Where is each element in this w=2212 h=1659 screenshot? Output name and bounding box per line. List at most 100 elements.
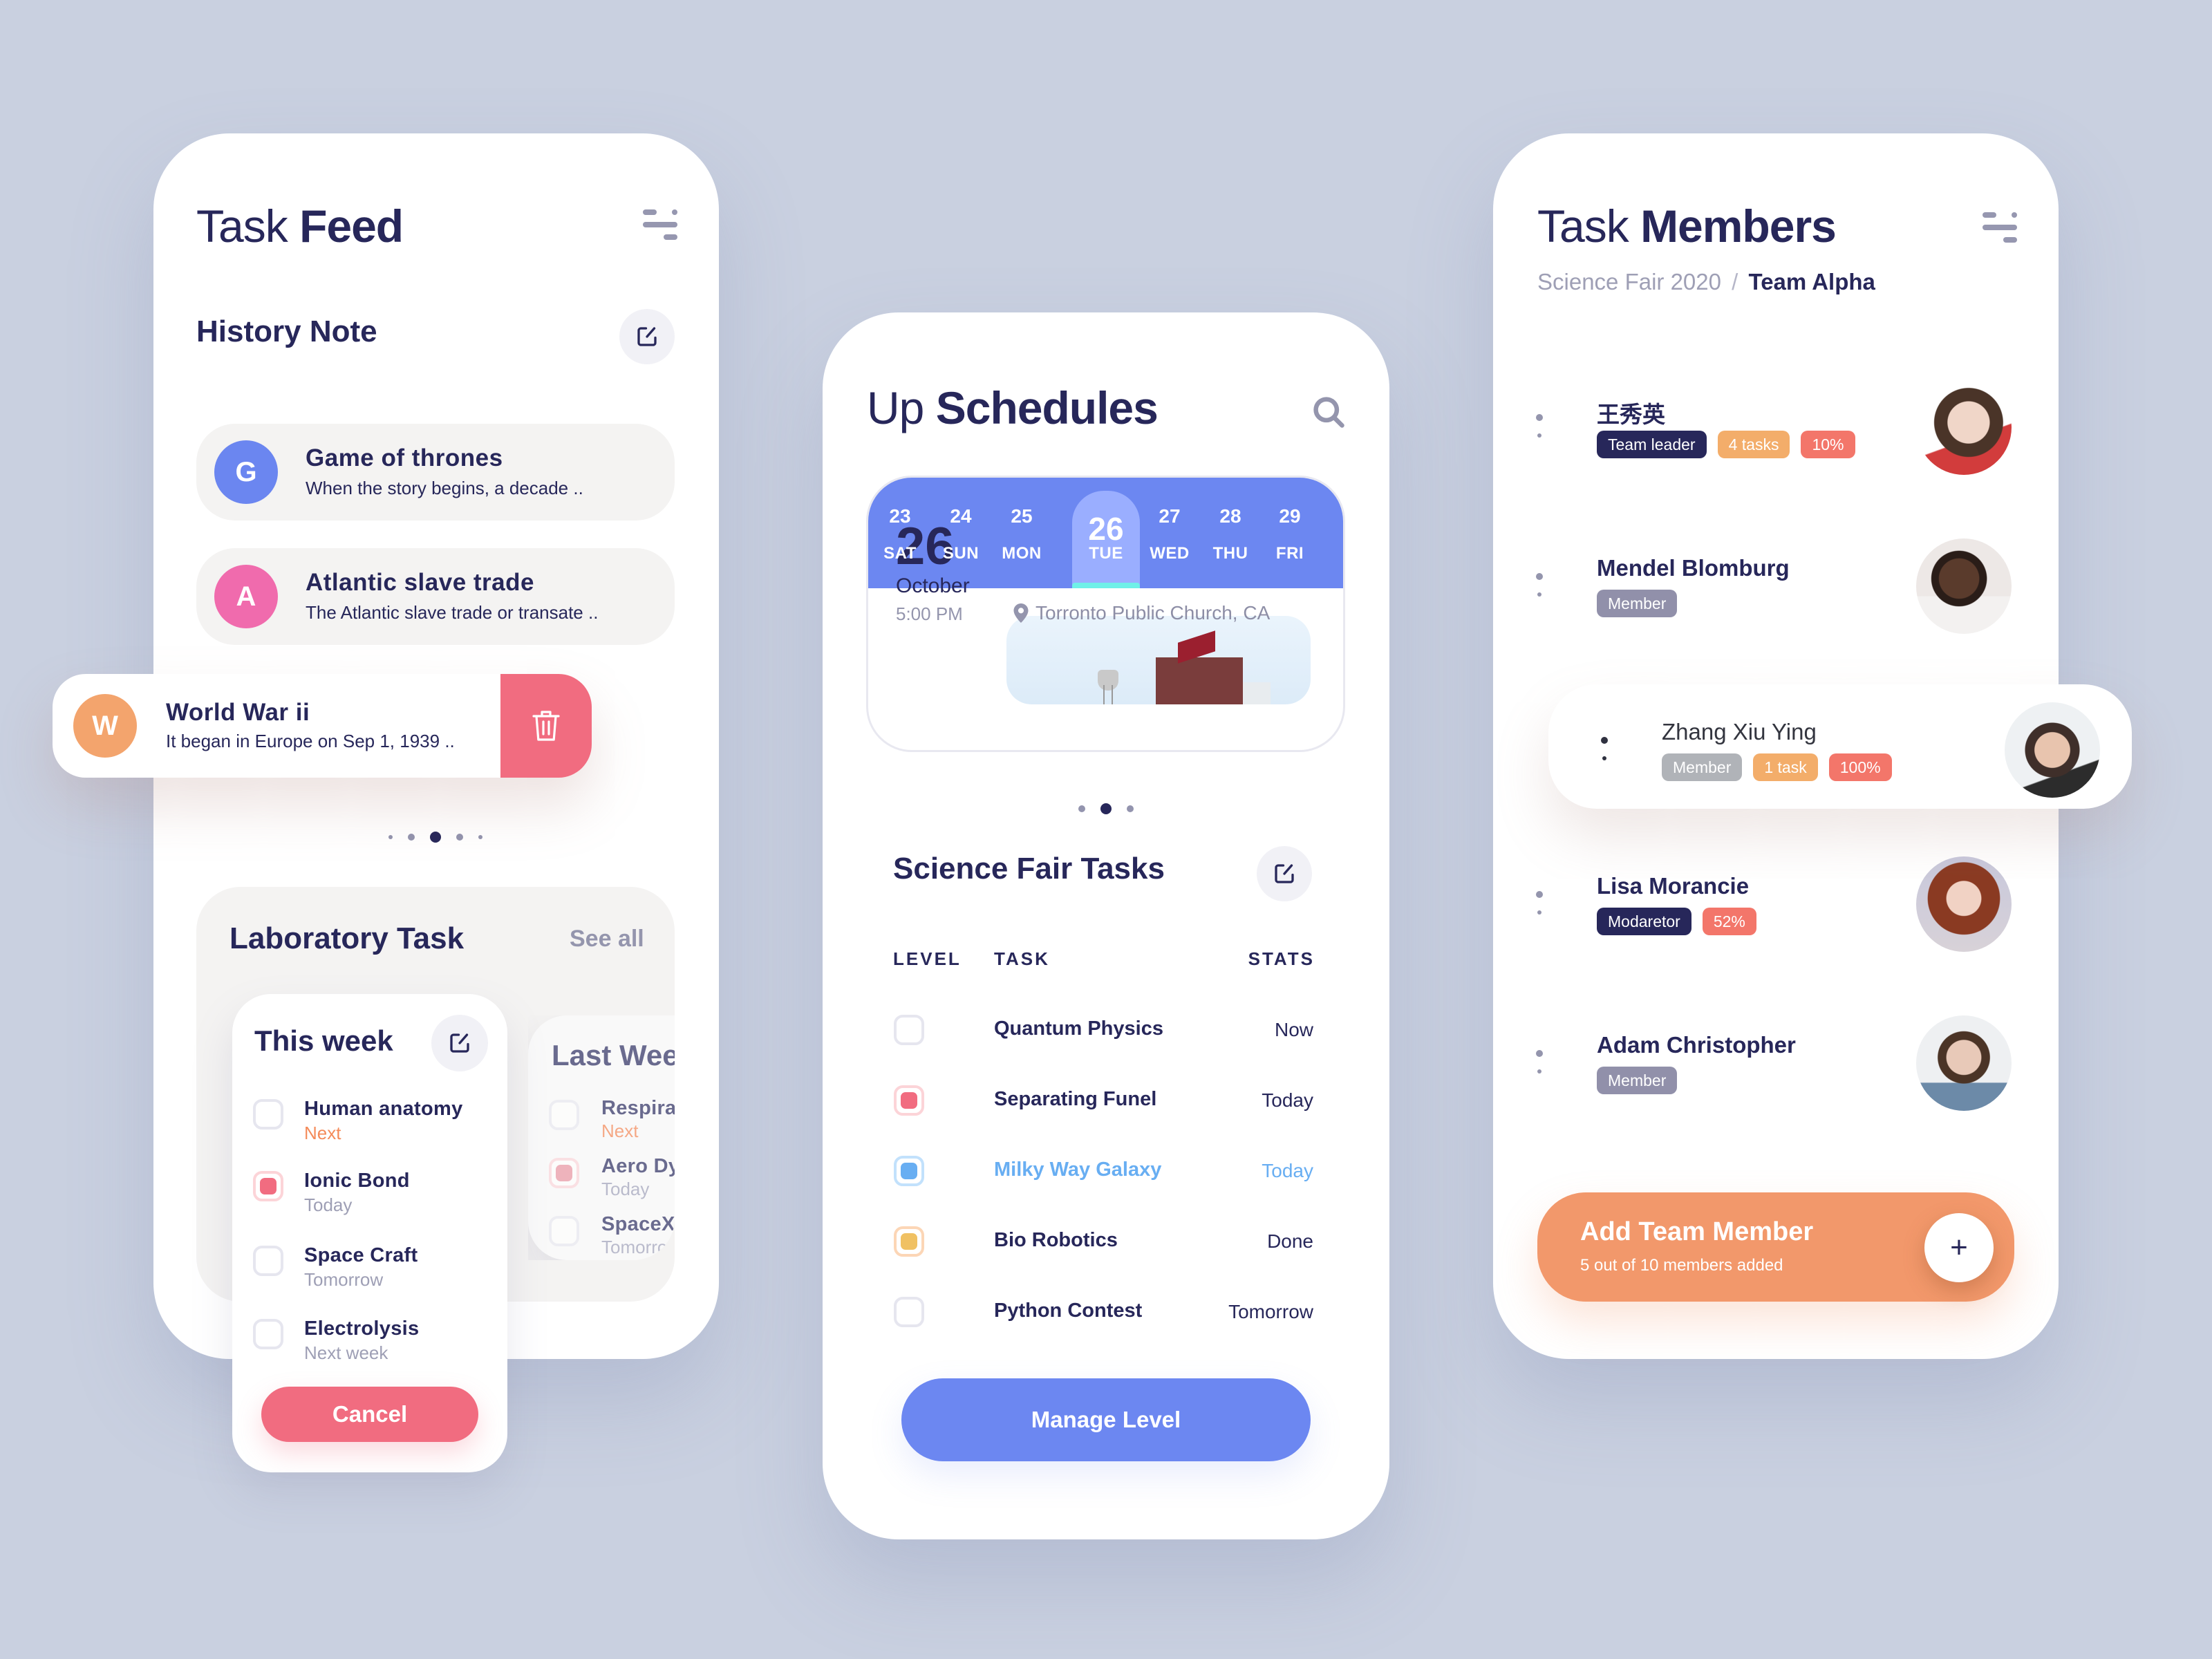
member-name: 王秀英 [1597, 402, 1665, 427]
member-name: Adam Christopher [1597, 1032, 1796, 1058]
schedules-screen: Up Schedules 26 October 5:00 PM Torronto… [823, 312, 1389, 1539]
page-title: Task Members [1537, 200, 1837, 252]
note-title: Game of thrones [306, 444, 503, 471]
level-checkbox[interactable] [894, 1156, 924, 1186]
level-checkbox[interactable] [894, 1226, 924, 1257]
manage-level-button[interactable]: Manage Level [901, 1378, 1311, 1461]
pager-dot[interactable] [1127, 805, 1134, 812]
last-week-title: Last Wee [552, 1039, 675, 1071]
last-week-card[interactable]: Last Wee Respirat Next Aero Dy Today Spa… [528, 1015, 675, 1260]
day-item[interactable]: 27 WED [1139, 478, 1200, 588]
task-checkbox-checked[interactable] [549, 1158, 579, 1188]
pager-dot-active[interactable] [1100, 803, 1112, 814]
day-number: 26 [1088, 511, 1124, 547]
avatar[interactable] [1916, 856, 2012, 952]
day-number: 25 [1011, 505, 1033, 527]
add-team-member-button[interactable]: Add Team Member 5 out of 10 members adde… [1537, 1192, 2014, 1302]
avatar[interactable] [1916, 538, 2012, 634]
table-row[interactable]: Bio Robotics Done [823, 1222, 1389, 1264]
drag-handle-icon[interactable] [1601, 737, 1609, 771]
drag-handle-icon[interactable] [1536, 414, 1544, 449]
swiped-note-item[interactable]: W World War ii It began in Europe on Sep… [53, 674, 592, 778]
dot [1602, 756, 1606, 760]
avatar[interactable] [2005, 702, 2100, 798]
pager-dot[interactable] [388, 835, 393, 839]
pager-dot[interactable] [456, 834, 463, 841]
task-when: Next [601, 1121, 639, 1141]
task-stat: Today [1262, 1160, 1313, 1181]
day-item[interactable]: 29 FRI [1259, 478, 1320, 588]
section-title-laboratory: Laboratory Task [229, 921, 465, 955]
drag-handle-icon[interactable] [1536, 1050, 1544, 1085]
day-item[interactable]: 28 THU [1200, 478, 1261, 588]
pager-dot[interactable] [478, 835, 482, 839]
note-subtitle: It began in Europe on Sep 1, 1939 .. [166, 731, 455, 751]
task-checkbox[interactable] [549, 1216, 579, 1246]
dot [1537, 1069, 1541, 1074]
avatar[interactable] [1916, 1015, 2012, 1111]
drag-handle-icon[interactable] [1536, 891, 1544, 926]
day-selected[interactable]: 26 TUE [1072, 491, 1140, 588]
day-item[interactable]: 23 SAT [870, 478, 930, 588]
task-name: Bio Robotics [994, 1229, 1118, 1251]
task-name: SpaceX [601, 1213, 675, 1235]
water-tower-legs [1103, 685, 1113, 704]
edit-tasks-button[interactable] [1257, 846, 1312, 901]
task-checkbox[interactable] [253, 1319, 283, 1349]
member-row[interactable]: Zhang Xiu Ying Member 1 task 100% [1548, 702, 2132, 823]
cancel-button[interactable]: Cancel [261, 1387, 478, 1442]
task-when: Next week [304, 1342, 388, 1363]
event-location: Torronto Public Church, CA [1013, 602, 1270, 624]
table-row[interactable]: Python Contest Tomorrow [823, 1293, 1389, 1334]
table-row[interactable]: Milky Way Galaxy Today [823, 1152, 1389, 1193]
task-name: Separating Funel [994, 1088, 1157, 1110]
member-card-highlighted[interactable]: Zhang Xiu Ying Member 1 task 100% [1548, 684, 2132, 809]
member-row[interactable]: Lisa Morancie Modaretor 52% [1493, 856, 2059, 977]
level-checkbox[interactable] [894, 1085, 924, 1116]
task-checkbox[interactable] [253, 1246, 283, 1276]
role-badge: 10% [1801, 431, 1855, 458]
search-icon[interactable] [1311, 394, 1347, 430]
drag-handle-icon[interactable] [1536, 573, 1544, 608]
breadcrumb-parent[interactable]: Science Fair 2020 [1537, 269, 1721, 294]
task-checkbox[interactable] [549, 1100, 579, 1130]
member-row[interactable]: 王秀英 Team leader 4 tasks 10% [1493, 379, 2059, 500]
breadcrumb: Science Fair 2020 / Team Alpha [1537, 269, 1875, 295]
role-badge: Member [1597, 590, 1678, 617]
note-item[interactable]: G Game of thrones When the story begins,… [196, 424, 675, 521]
day-name: MON [1002, 544, 1042, 563]
filter-icon[interactable] [1983, 212, 2018, 244]
level-checkbox[interactable] [894, 1297, 924, 1327]
filter-icon[interactable] [643, 209, 679, 241]
delete-button[interactable] [500, 674, 592, 778]
member-name: Mendel Blomburg [1597, 555, 1790, 581]
pager-dot[interactable] [408, 834, 415, 841]
task-name: Aero Dy [601, 1155, 675, 1177]
last-week-clip: Last Wee Respirat Next Aero Dy Today Spa… [528, 1015, 675, 1260]
edit-week-button[interactable] [431, 1015, 488, 1071]
member-row[interactable]: Adam Christopher Member [1493, 1015, 2059, 1136]
table-row[interactable]: Quantum Physics Now [823, 1011, 1389, 1052]
breadcrumb-current: Team Alpha [1748, 269, 1875, 294]
task-checkbox-checked[interactable] [253, 1171, 283, 1201]
day-item[interactable]: 24 SUN [930, 478, 991, 588]
table-row[interactable]: Separating Funel Today [823, 1081, 1389, 1123]
day-item[interactable]: 25 MON [991, 478, 1052, 588]
member-badges: Team leader 4 tasks 10% [1597, 431, 1855, 458]
see-all-link[interactable]: See all [570, 926, 644, 953]
note-item[interactable]: A Atlantic slave trade The Atlantic slav… [196, 548, 675, 645]
level-checkbox[interactable] [894, 1015, 924, 1045]
edit-history-button[interactable] [619, 309, 675, 364]
dot [1537, 910, 1541, 915]
pager-dot-active[interactable] [430, 832, 441, 843]
breadcrumb-separator: / [1732, 269, 1738, 294]
task-checkbox[interactable] [253, 1099, 283, 1130]
plus-icon[interactable]: + [1924, 1213, 1994, 1282]
avatar[interactable] [1916, 379, 2012, 475]
task-name: Ionic Bond [304, 1170, 410, 1192]
role-badge: Member [1597, 1067, 1678, 1094]
pager-dot[interactable] [1078, 805, 1085, 812]
member-row[interactable]: Mendel Blomburg Member [1493, 538, 2059, 659]
page-title: Task Feed [196, 200, 404, 252]
task-name: Space Craft [304, 1244, 418, 1266]
